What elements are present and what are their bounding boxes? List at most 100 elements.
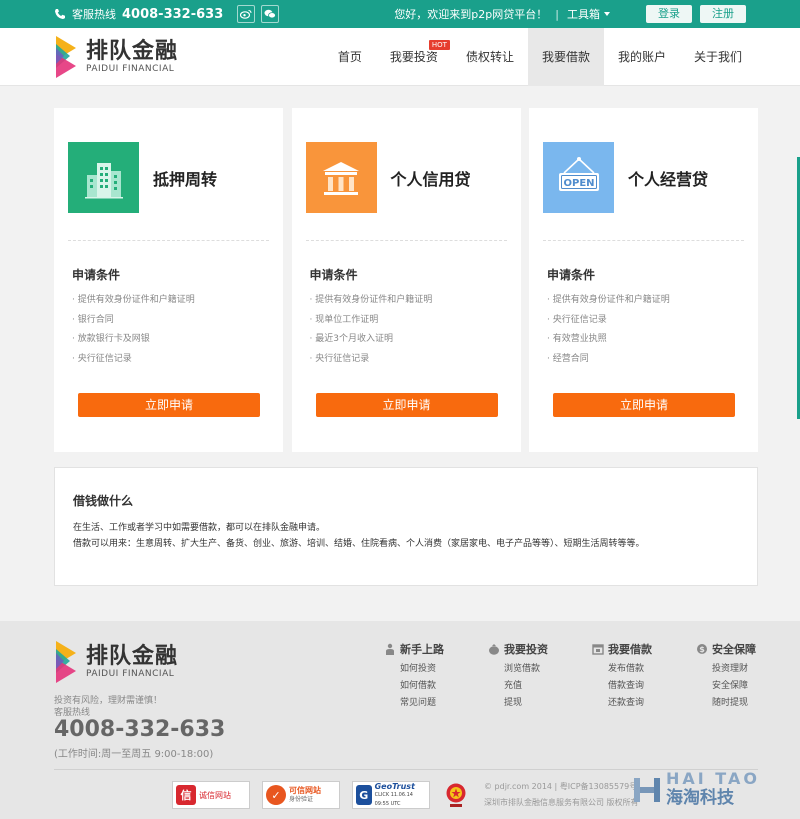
welcome-text: 您好，欢迎来到p2p网贷平台！ [394, 8, 548, 21]
condition-item: · 经营合同 [547, 353, 589, 364]
site-footer: 排队金融 PAIDUI FINANCIAL 投资有风险，理财需谨慎！ 客服热线 … [0, 621, 800, 819]
watermark-en: HAI TAO [666, 769, 760, 788]
haitao-logo-icon [634, 778, 660, 802]
haitao-watermark: HAI TAO 海淘科技 [632, 767, 792, 811]
nav-invest-label: 我要投资 [389, 49, 438, 64]
footer-link[interactable]: 投资理财 [712, 661, 764, 678]
divider [68, 240, 269, 241]
footer-link[interactable]: 如何投资 [400, 661, 452, 678]
main-nav: 首页 我要投资 HOT 债权转让 我要借款 我的账户 关于我们 [324, 27, 756, 86]
footer-link[interactable]: 常见问题 [400, 695, 452, 712]
condition-item: · 银行合同 [72, 314, 114, 325]
phone-icon [55, 9, 65, 19]
apply-now-button[interactable]: 立即申请 [553, 393, 735, 417]
footer-col-title: 我要借款 [608, 643, 652, 656]
login-button[interactable]: 登录 [646, 5, 692, 23]
nav-my-account[interactable]: 我的账户 [604, 28, 680, 86]
hotline-number: 4008-332-633 [122, 6, 224, 22]
info-paragraph: 借款可以用来：生意周转、扩大生产、备货、创业、旅游、培训、结婚、住院看病、个人消… [73, 539, 645, 549]
conditions-list: · 提供有效身份证件和户籍证明 · 现单位工作证明 · 最近3个月收入证明 · … [310, 292, 433, 370]
toolbox-label: 工具箱 [567, 8, 600, 21]
footer-logo-en: PAIDUI FINANCIAL [86, 669, 175, 679]
hot-badge: HOT [428, 39, 450, 50]
loan-card-personal-business: OPEN 个人经营贷 申请条件 · 提供有效身份证件和户籍证明 · 央行征信记录… [529, 108, 758, 452]
top-bar: 客服热线 4008-332-633 您好，欢迎来到p2p网贷平台！ | 工具箱 … [0, 0, 800, 28]
loan-card-mortgage: 抵押周转 申请条件 · 提供有效身份证件和户籍证明 · 银行合同 · 放款银行卡… [54, 108, 283, 452]
footer-link[interactable]: 如何借款 [400, 678, 452, 695]
hotline-label: 客服热线 [72, 8, 116, 21]
footer-link[interactable]: 借款查询 [608, 678, 660, 695]
separator: | [555, 7, 559, 21]
badge-subtext: 身份验证 [289, 796, 314, 803]
loan-product-cards: 抵押周转 申请条件 · 提供有效身份证件和户籍证明 · 银行合同 · 放款银行卡… [54, 108, 758, 452]
credit-site-badge[interactable]: 信 诚信网站 [172, 781, 250, 809]
bank-icon [305, 142, 377, 213]
footer-col-title: 新手上路 [400, 643, 444, 656]
toolbox-menu[interactable]: 工具箱 [567, 6, 610, 22]
info-title: 借钱做什么 [73, 494, 134, 508]
conditions-title: 申请条件 [72, 268, 121, 282]
footer-link[interactable]: 还款查询 [608, 695, 660, 712]
footer-link-columns: 新手上路 如何投资 如何借款 常见问题 我要投资 浏览借款 充值 提现 我要借款 [384, 641, 764, 712]
apply-now-button[interactable]: 立即申请 [315, 393, 498, 417]
condition-item: · 央行征信记录 [547, 314, 607, 325]
footer-col-invest: 我要投资 浏览借款 充值 提现 [488, 641, 556, 712]
card-title: 个人经营贷 [628, 169, 709, 189]
card-title: 个人信用贷 [390, 169, 471, 189]
open-sign-icon: OPEN [543, 142, 614, 213]
loan-card-personal-credit: 个人信用贷 申请条件 · 提供有效身份证件和户籍证明 · 现单位工作证明 · 最… [291, 108, 521, 452]
footer-link[interactable]: 随时提现 [712, 695, 764, 712]
coin-icon: $ [697, 644, 707, 654]
register-button[interactable]: 注册 [700, 5, 746, 23]
user-area: 您好，欢迎来到p2p网贷平台！ | 工具箱 登录 注册 [394, 5, 746, 23]
geotrust-icon: G [356, 785, 372, 805]
condition-item: · 最近3个月收入证明 [309, 334, 393, 344]
conditions-list: · 提供有效身份证件和户籍证明 · 央行征信记录 · 有效营业执照 · 经营合同 [547, 292, 670, 370]
conditions-title: 申请条件 [547, 268, 596, 282]
weibo-icon[interactable] [237, 5, 256, 23]
footer-col-title: 安全保障 [712, 643, 756, 656]
footer-link[interactable]: 提现 [504, 695, 556, 712]
condition-item: · 提供有效身份证件和户籍证明 [72, 295, 195, 305]
logo-name-cn: 排队金融 [86, 38, 179, 64]
working-hours: (工作时间:周一至周五 9:00-18:00) [54, 749, 214, 760]
nav-debt-transfer[interactable]: 债权转让 [452, 28, 528, 86]
wechat-icon[interactable] [261, 5, 280, 23]
footer-link[interactable]: 安全保障 [712, 678, 764, 695]
site-logo[interactable]: 排队金融 PAIDUI FINANCIAL [54, 34, 178, 80]
main-header: 排队金融 PAIDUI FINANCIAL 首页 我要投资 HOT 债权转让 我… [0, 27, 800, 86]
nav-invest[interactable]: 我要投资 HOT [376, 28, 452, 86]
company-line: 深圳市排队金融信息服务有限公司 版权所有 [484, 798, 639, 807]
divider [543, 240, 744, 241]
nav-about-us[interactable]: 关于我们 [680, 28, 756, 86]
svg-text:$: $ [699, 645, 705, 654]
footer-link[interactable]: 浏览借款 [504, 661, 556, 678]
check-icon: ✓ [266, 785, 286, 805]
condition-item: · 提供有效身份证件和户籍证明 [309, 295, 433, 305]
apply-now-button[interactable]: 立即申请 [78, 393, 260, 417]
logo-name-en: PAIDUI FINANCIAL [86, 63, 175, 74]
footer-phone: 4008-332-633 [54, 717, 226, 742]
nav-borrow[interactable]: 我要借款 [527, 27, 604, 86]
moneybag-icon [489, 644, 499, 655]
condition-item: · 有效营业执照 [547, 334, 607, 344]
condition-item: · 现单位工作证明 [309, 314, 379, 325]
divider [305, 240, 507, 241]
trust-badges: 信 诚信网站 ✓ 可信网站 身份验证 G GeoTrust CLICK 11.0… [172, 781, 470, 809]
footer-link[interactable]: 发布借款 [608, 661, 660, 678]
nav-home[interactable]: 首页 [324, 28, 376, 86]
badge-text: 可信网站 [289, 786, 321, 795]
condition-item: · 放款银行卡及网银 [72, 334, 150, 344]
footer-link[interactable]: 充值 [504, 678, 556, 695]
footer-logo[interactable]: 排队金融 PAIDUI FINANCIAL [54, 639, 178, 685]
police-emblem-icon[interactable] [442, 781, 470, 809]
footer-logo-cn: 排队金融 [86, 644, 179, 669]
watermark-cn: 海淘科技 [666, 788, 734, 808]
geotrust-badge[interactable]: G GeoTrust CLICK 11.06.14 09:55 UTC [352, 781, 430, 809]
footer-col-title: 我要投资 [504, 643, 548, 656]
logo-mark-icon [56, 35, 76, 78]
credit-icon: 信 [176, 785, 196, 805]
badge-text: 诚信网站 [199, 790, 231, 800]
condition-item: · 央行征信记录 [309, 353, 370, 364]
trusted-site-badge[interactable]: ✓ 可信网站 身份验证 [262, 781, 340, 809]
